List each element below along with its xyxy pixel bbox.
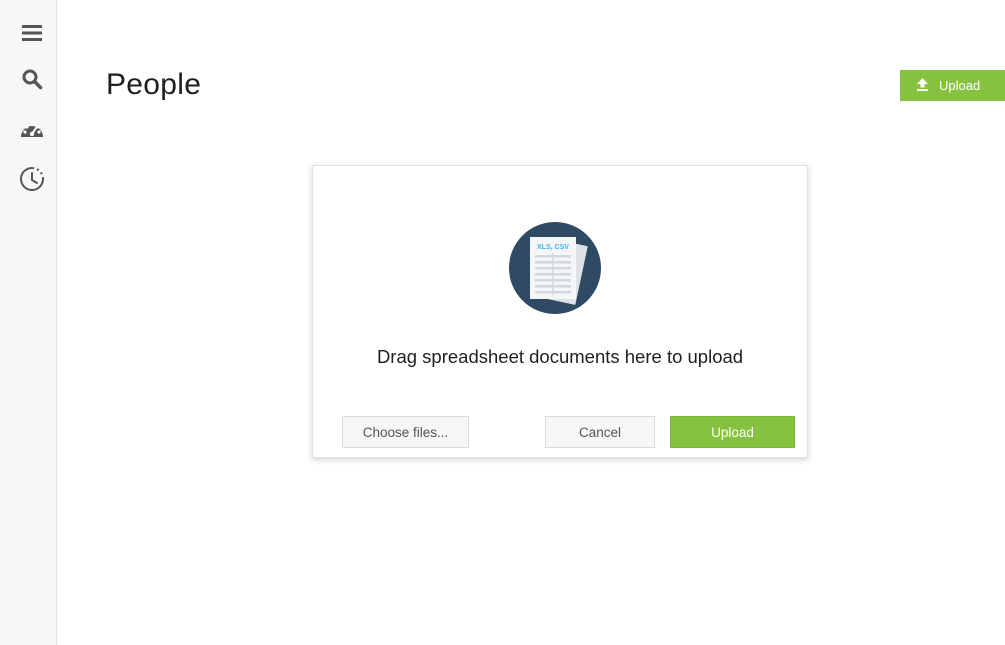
history-icon — [20, 167, 44, 191]
file-types-label: XLS, CSV — [537, 244, 569, 251]
choose-files-button[interactable]: Choose files... — [342, 416, 469, 448]
upload-icon — [916, 77, 929, 94]
drop-zone-text: Drag spreadsheet documents here to uploa… — [376, 346, 744, 367]
spreadsheet-documents-icon: XLS, CSV — [508, 221, 602, 315]
search-button[interactable] — [15, 62, 49, 96]
menu-button[interactable] — [15, 16, 49, 50]
header-upload-label: Upload — [939, 78, 981, 93]
upload-button[interactable]: Upload — [670, 416, 795, 448]
sidebar — [0, 0, 57, 645]
history-button[interactable] — [15, 162, 49, 196]
search-icon — [22, 69, 43, 90]
menu-icon — [22, 25, 42, 41]
header-upload-button[interactable]: Upload — [900, 70, 1005, 101]
dashboard-button[interactable] — [15, 113, 49, 147]
page-title: People — [106, 68, 202, 101]
dashboard-icon — [21, 122, 43, 137]
upload-dialog[interactable]: XLS, CSV Drag spreadsheet documents here… — [312, 165, 808, 458]
cancel-button[interactable]: Cancel — [545, 416, 655, 448]
